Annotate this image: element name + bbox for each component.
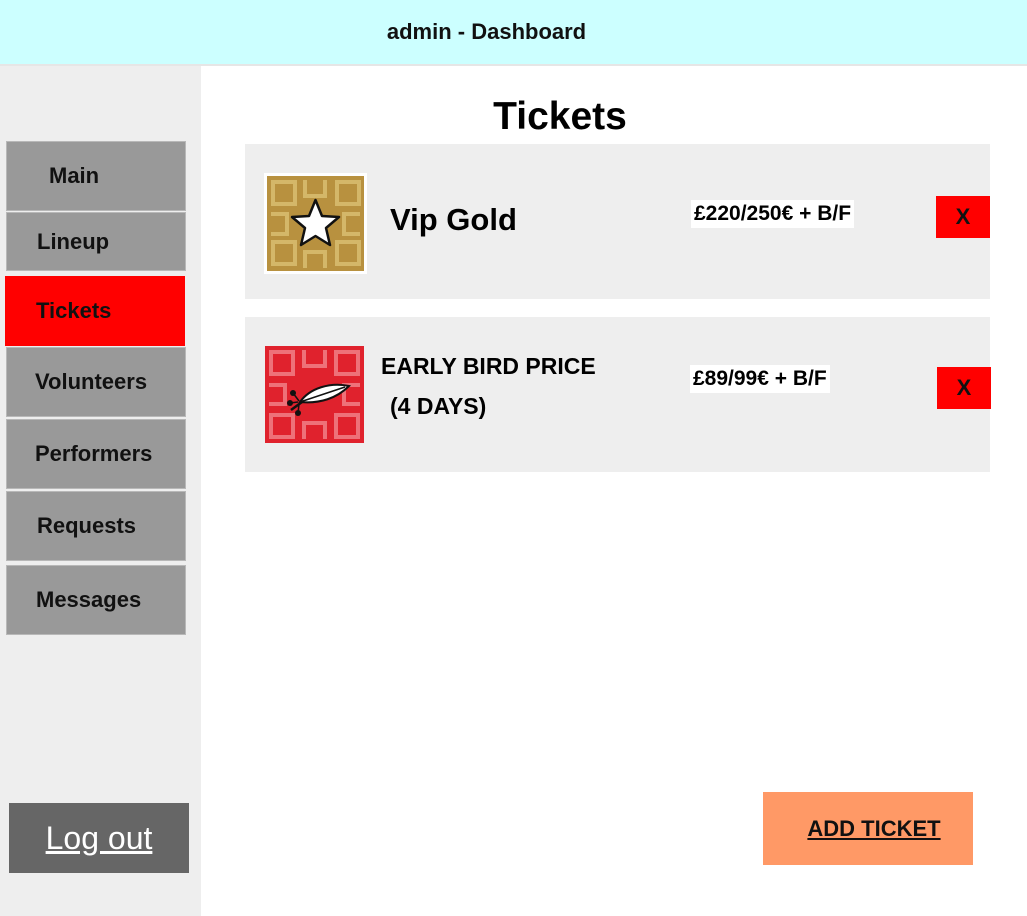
sidebar-item-volunteers[interactable]: Volunteers <box>6 347 186 417</box>
sidebar: Main Lineup Tickets Volunteers Performer… <box>0 66 201 916</box>
app-title: admin - Dashboard <box>386 19 587 44</box>
sidebar-item-label: Performers <box>35 441 153 466</box>
sidebar-item-lineup[interactable]: Lineup <box>6 212 186 271</box>
sidebar-item-label: Lineup <box>37 228 110 254</box>
sidebar-item-main[interactable]: Main <box>6 141 186 211</box>
sidebar-item-label: Tickets <box>36 298 112 323</box>
ticket-image <box>265 346 364 443</box>
ticket-price: £89/99€ + B/F <box>690 365 830 393</box>
ticket-card: Vip Gold £220/250€ + B/F X <box>245 144 990 299</box>
feather-icon <box>265 346 364 443</box>
delete-ticket-button[interactable]: X <box>937 367 991 409</box>
logout-button[interactable]: Log out <box>9 803 189 873</box>
ticket-name: Vip Gold <box>390 202 517 237</box>
ticket-name-line1: EARLY BIRD PRICE <box>381 353 596 379</box>
ticket-name-line2: (4 DAYS) <box>390 393 487 419</box>
ticket-image <box>264 173 367 274</box>
add-ticket-button[interactable]: ADD TICKET <box>763 792 973 865</box>
sidebar-item-label: Volunteers <box>35 369 148 394</box>
ticket-card: EARLY BIRD PRICE (4 DAYS) £89/99€ + B/F … <box>245 317 991 472</box>
sidebar-item-tickets[interactable]: Tickets <box>5 276 185 346</box>
sidebar-item-performers[interactable]: Performers <box>6 419 186 489</box>
sidebar-item-label: Messages <box>36 587 142 612</box>
page-title: Tickets <box>493 95 627 138</box>
top-bar: admin - Dashboard <box>0 0 1027 66</box>
sidebar-item-label: Main <box>49 163 100 188</box>
sidebar-item-messages[interactable]: Messages <box>6 565 186 635</box>
sidebar-item-label: Requests <box>37 513 137 538</box>
sidebar-item-requests[interactable]: Requests <box>6 491 186 561</box>
delete-ticket-button[interactable]: X <box>936 196 990 238</box>
add-ticket-label: ADD TICKET <box>807 815 941 841</box>
star-icon <box>267 176 364 271</box>
ticket-price: £220/250€ + B/F <box>691 200 855 228</box>
